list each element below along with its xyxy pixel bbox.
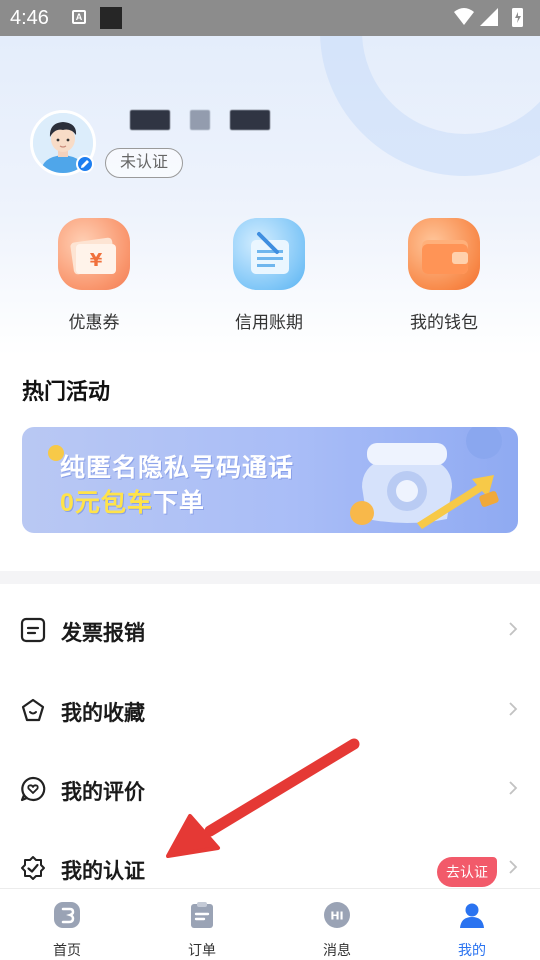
order-icon xyxy=(191,902,213,928)
tab-messages[interactable]: HI 消息 xyxy=(292,901,382,960)
status-bar: 4:46 A xyxy=(0,0,540,36)
quick-action-label: 信用账期 xyxy=(235,313,303,332)
quick-action-credit[interactable]: 信用账期 xyxy=(199,218,339,333)
edit-avatar-icon[interactable] xyxy=(76,155,94,173)
quick-action-label: 优惠券 xyxy=(68,313,120,332)
chevron-right-icon xyxy=(509,781,518,795)
auth-status-badge[interactable]: 未认证 xyxy=(105,148,183,178)
tab-label: 我的 xyxy=(458,942,486,958)
wallet-icon xyxy=(408,218,480,290)
redacted-name-part xyxy=(230,110,270,130)
tab-mine[interactable]: 我的 xyxy=(427,901,517,960)
a-icon: A xyxy=(72,10,86,24)
tab-label: 首页 xyxy=(53,942,81,958)
signal-icon xyxy=(480,8,498,26)
go-verify-badge[interactable]: 去认证 xyxy=(437,857,497,887)
banner-headline: 纯匿名隐私号码通话 xyxy=(60,454,295,482)
redacted-name-part xyxy=(130,110,170,130)
tab-label: 订单 xyxy=(188,942,216,958)
hot-activity-title: 热门活动 xyxy=(22,379,111,404)
quick-action-label: 我的钱包 xyxy=(410,313,478,332)
verify-icon xyxy=(21,856,45,880)
home-icon xyxy=(54,902,80,928)
tab-home[interactable]: 首页 xyxy=(22,901,112,960)
coupon-icon: ¥ xyxy=(58,218,130,290)
banner-highlight: 0元包车 xyxy=(60,489,153,517)
menu-item-label: 我的认证 xyxy=(61,860,145,883)
banner-subline-rest: 下单 xyxy=(152,489,205,517)
favorite-icon xyxy=(21,698,45,722)
menu-item-label: 我的收藏 xyxy=(61,702,145,725)
profile-icon xyxy=(460,903,484,928)
menu-item-label: 发票报销 xyxy=(61,622,145,645)
chevron-right-icon xyxy=(509,702,518,716)
tab-orders[interactable]: 订单 xyxy=(157,901,247,960)
promo-banner[interactable]: 纯匿名隐私号码通话 0元包车下单 xyxy=(22,427,518,533)
menu-item-reviews[interactable]: 我的评价 xyxy=(0,750,540,830)
redacted-name-part xyxy=(190,110,210,130)
chevron-right-icon xyxy=(509,860,518,874)
menu-item-label: 我的评价 xyxy=(61,781,145,804)
quick-action-coupon[interactable]: ¥ 优惠券 xyxy=(24,218,164,333)
tab-label: 消息 xyxy=(323,942,351,958)
chevron-right-icon xyxy=(509,622,518,636)
review-icon xyxy=(20,776,46,802)
wifi-icon xyxy=(454,8,474,25)
credit-bill-icon xyxy=(233,218,305,290)
quick-action-wallet[interactable]: 我的钱包 xyxy=(374,218,514,333)
bottom-tab-bar: 首页 订单 HI 消息 我的 xyxy=(0,888,540,960)
svg-text:¥: ¥ xyxy=(90,250,103,271)
menu-item-favorites[interactable]: 我的收藏 xyxy=(0,671,540,751)
decorative-ring xyxy=(320,36,540,176)
menu-item-invoice[interactable]: 发票报销 xyxy=(0,591,540,671)
status-right-icons xyxy=(454,8,523,27)
status-time: 4:46 xyxy=(10,7,49,29)
message-icon: HI xyxy=(324,902,350,928)
svg-text:HI: HI xyxy=(330,910,343,923)
banner-subline: 0元包车下单 xyxy=(60,483,205,519)
invoice-icon xyxy=(20,617,46,643)
notification-square-icon xyxy=(100,7,122,29)
section-divider xyxy=(0,571,540,584)
